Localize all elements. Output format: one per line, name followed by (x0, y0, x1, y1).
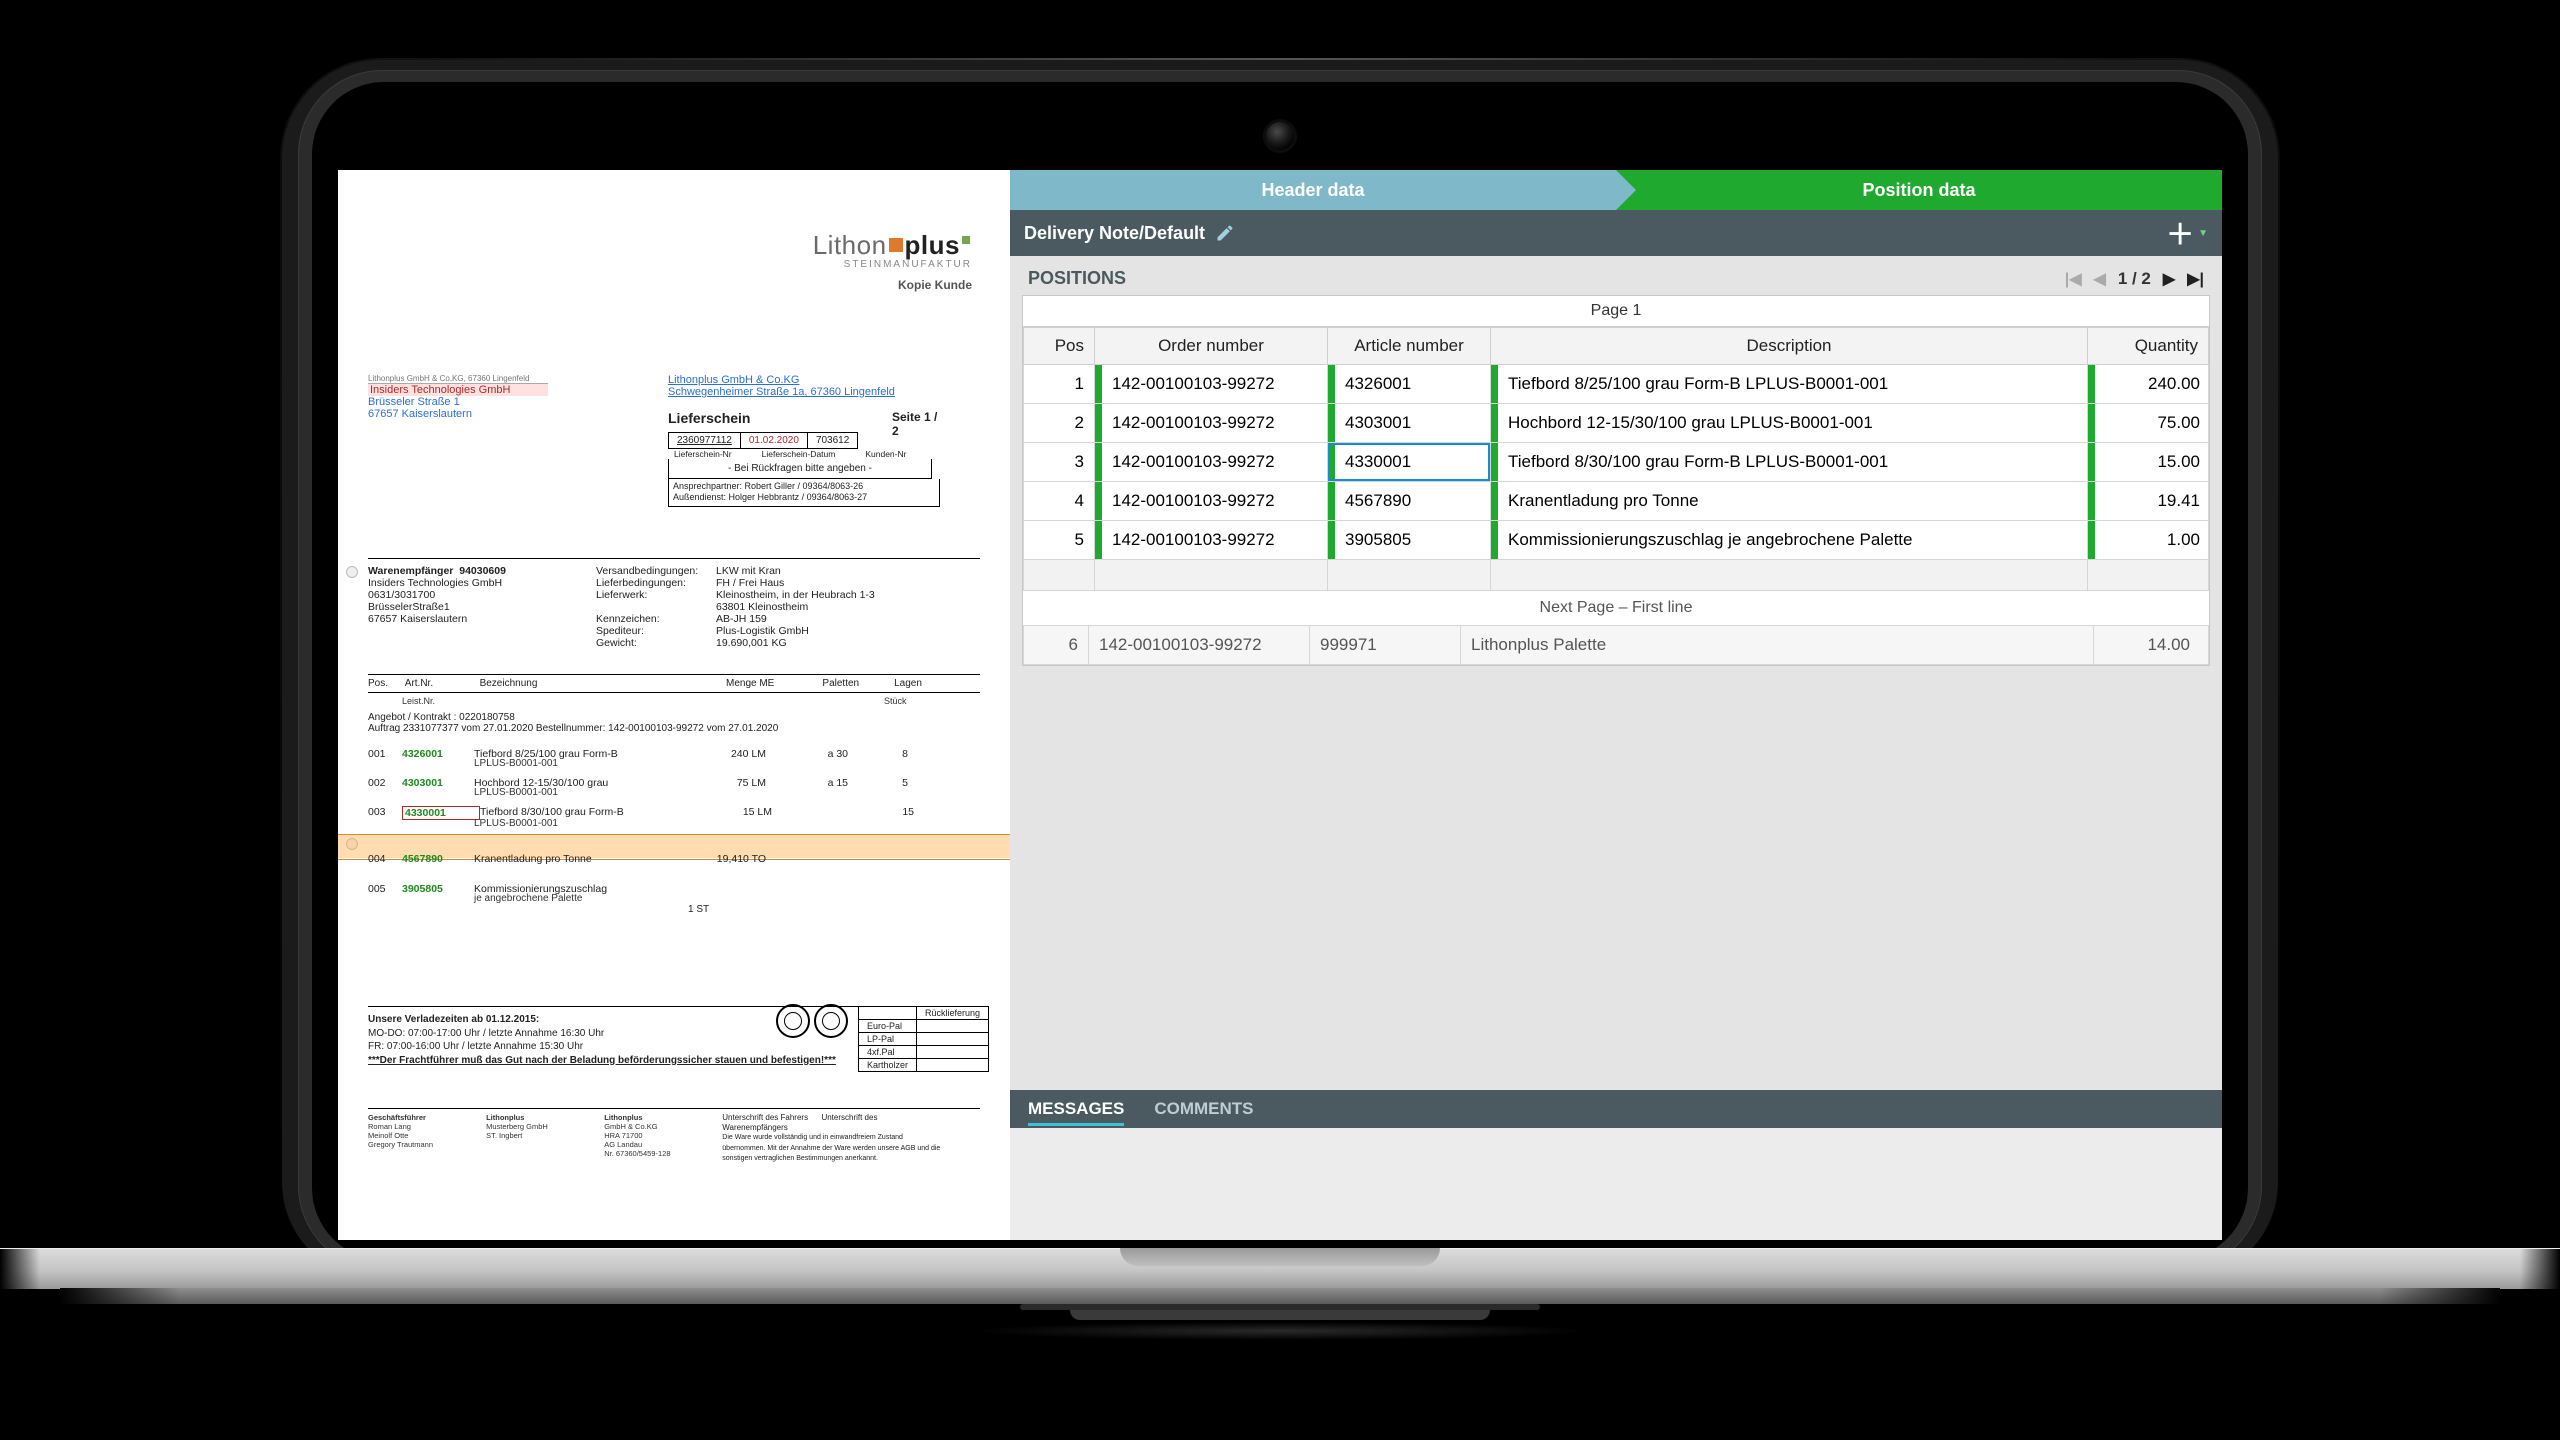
table-row[interactable]: 1 142-00100103-99272 4326001 Tiefbord 8/… (1024, 365, 2209, 404)
laptop-camera (1266, 122, 1294, 150)
table-row[interactable]: 2 142-00100103-99272 4303001 Hochbord 12… (1024, 404, 2209, 443)
col-description[interactable]: Description (1491, 328, 2088, 365)
selected-cell[interactable]: 4330001 (1328, 443, 1490, 481)
section-title: POSITIONS (1028, 268, 1126, 289)
app-screen: Lithonplus STEINMANUFAKTUR Kopie Kunde L… (338, 170, 2222, 1240)
laptop-shadow (970, 1322, 1590, 1340)
table-row[interactable]: 6 142-00100103-99272 999971 Lithonplus P… (1024, 626, 2209, 665)
doc-fineprint: GeschäftsführerRoman LangMeinolf OtteGre… (368, 1108, 980, 1163)
next-page-label: Next Page – First line (1023, 591, 2209, 625)
doc-meta: Warenempfänger 94030609 Insiders Technol… (368, 558, 980, 649)
pager-label: 1 / 2 (2118, 269, 2151, 289)
pager: |◀ ◀ 1 / 2 ▶ ▶| (2065, 269, 2204, 289)
laptop-notch (1120, 1248, 1440, 1266)
doc-stamps (776, 1004, 852, 1041)
table-row[interactable]: 4 142-00100103-99272 4567890 Kranentladu… (1024, 482, 2209, 521)
doc-items: 0014326001Tiefbord 8/25/100 grau Form-B2… (368, 744, 980, 919)
table-row[interactable]: 5 142-00100103-99272 3905805 Kommissioni… (1024, 521, 2209, 560)
delivery-note-header: Lieferschein Seite 1 / 2 2360977112 01.0… (668, 410, 940, 507)
laptop-base-lip (60, 1288, 2500, 1304)
pager-last-icon[interactable]: ▶| (2187, 269, 2204, 289)
tab-messages[interactable]: MESSAGES (1028, 1099, 1124, 1126)
brand-logo: Lithonplus STEINMANUFAKTUR Kopie Kunde (813, 230, 972, 292)
add-dropdown-icon[interactable]: ▼ (2198, 228, 2208, 239)
col-order[interactable]: Order number (1095, 328, 1328, 365)
tab-header-data[interactable]: Header data (1010, 170, 1616, 210)
recipient-address: Lithonplus GmbH & Co.KG Schwegenheimer S… (668, 374, 895, 398)
table-blank-row (1024, 560, 2209, 591)
panel-title: Delivery Note/Default (1024, 223, 1205, 244)
col-article[interactable]: Article number (1328, 328, 1491, 365)
tab-comments[interactable]: COMMENTS (1154, 1099, 1253, 1119)
add-icon[interactable]: ＋ (2166, 213, 2194, 253)
col-quantity[interactable]: Quantity (2088, 328, 2209, 365)
sender-address: Lithonplus GmbH & Co.KG, 67360 Lingenfel… (368, 374, 548, 420)
pager-next-icon[interactable]: ▶ (2163, 269, 2175, 289)
doc-items-header: Pos. Art.Nr. Bezeichnung Menge ME Palett… (368, 674, 980, 693)
pallet-table: Rücklieferung Euro-Pal LP-Pal 4xf.Pal Ka… (858, 1006, 989, 1072)
positions-grid: Page 1 Pos Order number Article number D… (1022, 295, 2210, 666)
col-pos[interactable]: Pos (1024, 328, 1095, 365)
laptop-stand (1070, 1310, 1490, 1320)
document-preview[interactable]: Lithonplus STEINMANUFAKTUR Kopie Kunde L… (338, 170, 1010, 1240)
tab-position-data[interactable]: Position data (1616, 170, 2222, 210)
pager-first-icon[interactable]: |◀ (2065, 269, 2082, 289)
messages-area (1010, 1128, 2222, 1240)
table-row[interactable]: 3 142-00100103-99272 4330001 Tiefbord 8/… (1024, 443, 2209, 482)
doc-marker (346, 566, 358, 578)
pager-prev-icon[interactable]: ◀ (2094, 269, 2106, 289)
grid-page-label: Page 1 (1023, 296, 2209, 327)
edit-icon[interactable] (1215, 223, 1235, 243)
